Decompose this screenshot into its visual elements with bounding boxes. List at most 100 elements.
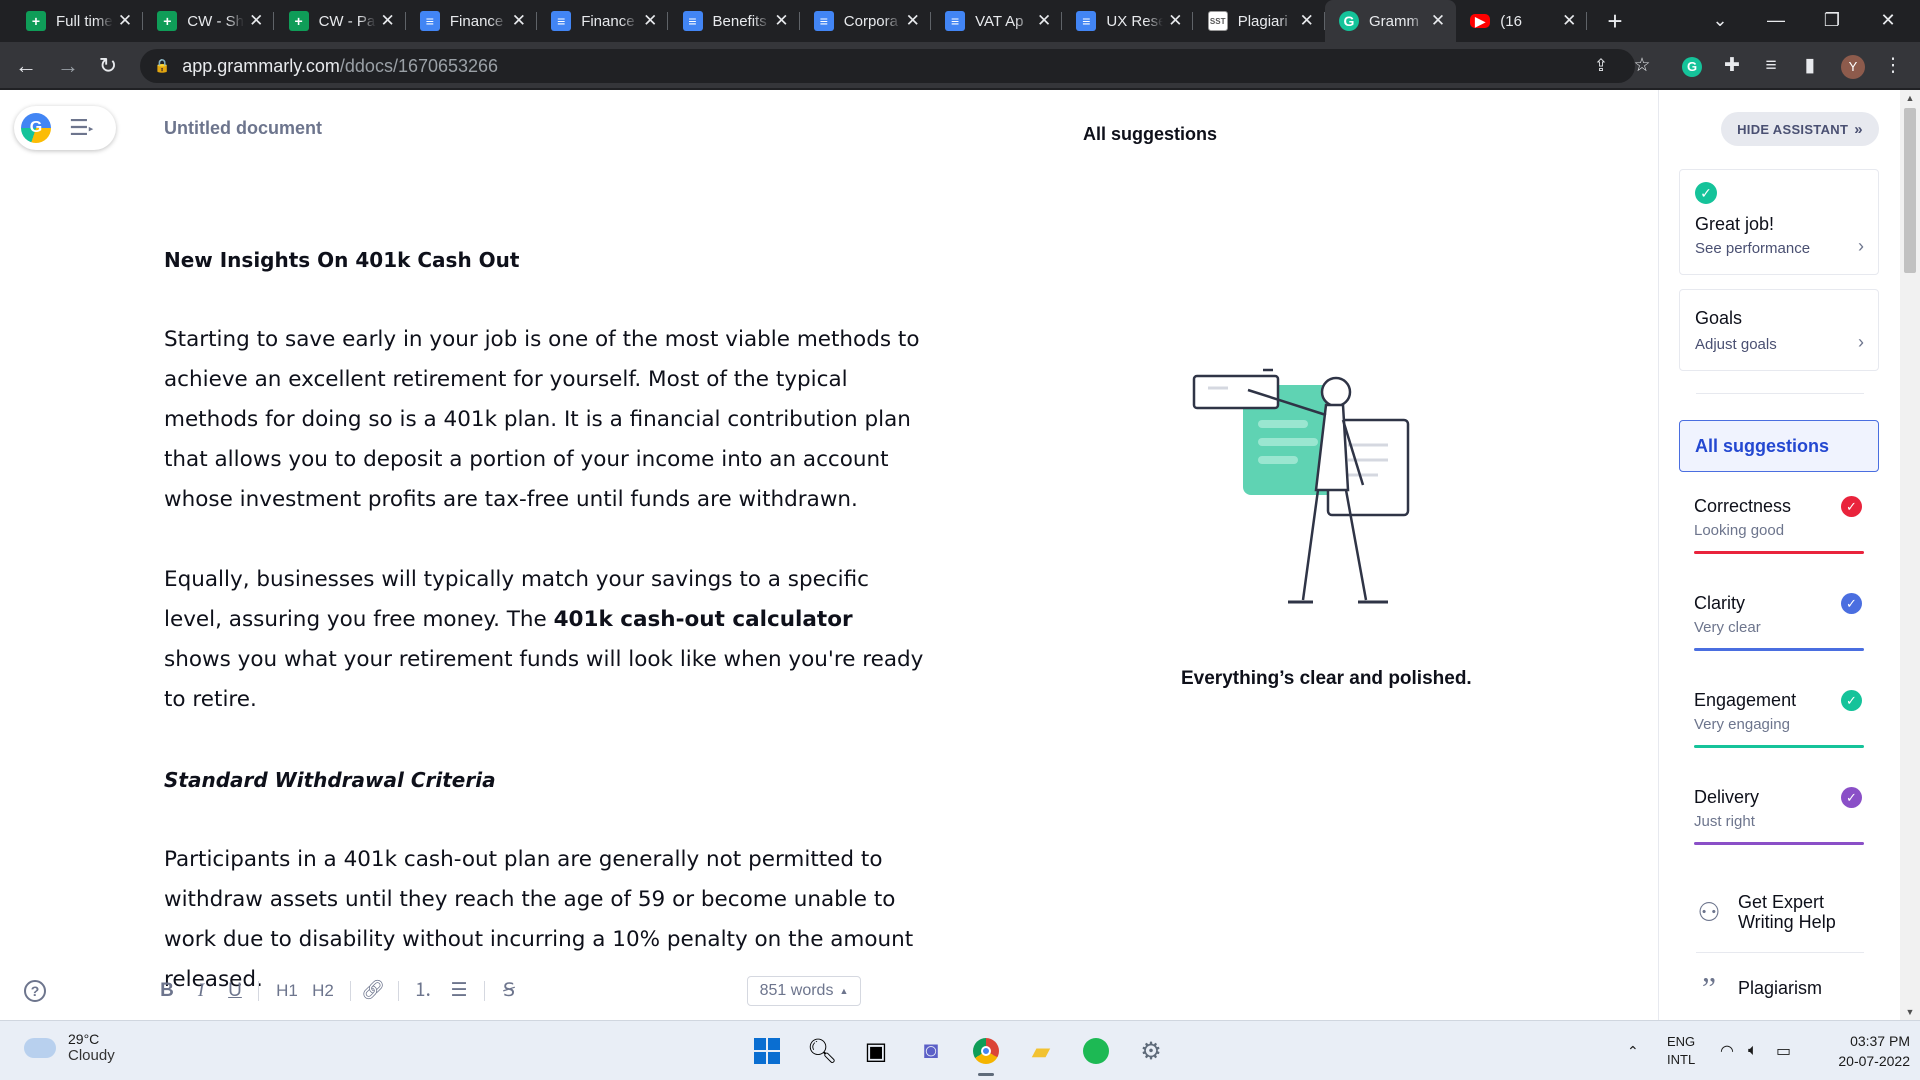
address-bar[interactable]: 🔒 app.grammarly.com/ddocs/1670653266 [140,49,1635,83]
grammarly-favicon-icon: G [1339,11,1359,31]
tab-title: Finance [449,12,504,30]
scroll-thumb[interactable] [1904,108,1916,273]
word-count-button[interactable]: 851 words ▲ [747,976,861,1006]
settings-gear-icon[interactable]: ⚙ [1133,1033,1169,1069]
battery-icon[interactable]: ▭ [1776,1021,1791,1080]
sheets-favicon-icon: + [288,11,309,31]
task-view-icon[interactable]: ▣ [858,1033,894,1069]
chat-icon[interactable]: ◙ [913,1033,949,1069]
system-clock[interactable]: 03:37 PM 20-07-2022 [1810,1031,1910,1071]
paragraph-2[interactable]: Equally, businesses will typically match… [164,560,924,720]
browser-tab[interactable]: ≡ Finance ✕ [406,0,537,42]
category-check-icon: ✓ [1841,593,1862,614]
media-control-icon[interactable]: ≡ [1756,51,1786,81]
file-explorer-icon[interactable]: ▰ [1023,1033,1059,1069]
show-hidden-icons[interactable]: ⌃ [1627,1021,1639,1080]
tab-close-icon[interactable]: ✕ [642,11,658,31]
tab-close-icon[interactable]: ✕ [905,11,921,31]
browser-tabstrip: + Full time ✕ + CW - Sh ✕ + CW - Pa ✕ ≡ Finance ✕ ≡ F… [0,0,1920,42]
tab-close-icon[interactable]: ✕ [117,11,133,31]
category-status: Looking good [1694,522,1785,539]
forward-icon[interactable]: → [52,50,84,82]
browser-tab[interactable]: ≡ UX Rese ✕ [1062,0,1194,42]
category-engagement[interactable]: Engagement Very engaging ✓ [1694,690,1864,760]
close-window-icon[interactable]: ✕ [1860,0,1916,42]
browser-tab[interactable]: + CW - Sh ✕ [143,0,275,42]
tab-search-icon[interactable]: ⌄ [1692,0,1748,42]
browser-tab[interactable]: G Gramm ✕ [1325,0,1456,42]
tab-close-icon[interactable]: ✕ [511,11,527,31]
extensions-puzzle-icon[interactable]: ✚ [1717,51,1747,81]
expert-person-icon: ⚇ [1697,896,1721,927]
heading2-button[interactable]: H2 [308,979,338,1003]
category-correctness[interactable]: Correctness Looking good ✓ [1694,496,1864,566]
browser-tab[interactable]: ≡ Benefits ✕ [669,0,800,42]
new-tab-button[interactable]: + [1598,4,1632,38]
browser-tab[interactable]: ≡ Corpora ✕ [800,0,931,42]
document-heading[interactable]: New Insights On 401k Cash Out [164,240,924,280]
back-icon[interactable]: ← [10,50,42,82]
goals-card[interactable]: Goals Adjust goals › [1679,289,1879,371]
tab-close-icon[interactable]: ✕ [1167,11,1183,31]
link-icon[interactable]: 🔗︎ [360,979,386,1003]
language-indicator[interactable]: ENG INTL [1667,1021,1695,1080]
restore-icon[interactable]: ❐ [1804,0,1860,42]
expert-writing-help-button[interactable]: ⚇ Get Expert Writing Help [1694,892,1864,932]
scroll-down-icon[interactable]: ▼ [1900,1004,1920,1020]
spotify-icon[interactable] [1078,1033,1114,1069]
side-panel-icon[interactable]: ▮ [1795,51,1825,81]
category-clarity[interactable]: Clarity Very clear ✓ [1694,593,1864,663]
all-suggestions-tab[interactable]: All suggestions [1679,420,1879,472]
tab-close-icon[interactable]: ✕ [1430,11,1446,31]
document-subheading[interactable]: Standard Withdrawal Criteria [164,760,924,800]
start-button-icon[interactable] [749,1033,785,1069]
search-icon[interactable]: 🔍︎ [804,1033,840,1069]
browser-tab[interactable]: ≡ VAT Ap ✕ [931,0,1063,42]
paragraph-2-bold: 401k cash-out calculator [553,607,853,632]
tab-title: VAT Ap [975,12,1024,30]
tab-close-icon[interactable]: ✕ [380,11,396,31]
italic-button[interactable]: I [190,979,212,1003]
toolbar-divider [258,981,259,1001]
share-icon[interactable]: ⇪ [1586,51,1616,81]
tab-close-icon[interactable]: ✕ [248,11,264,31]
tab-close-icon[interactable]: ✕ [774,11,790,31]
hamburger-menu-icon[interactable]: ☰▸ [69,115,93,141]
volume-icon[interactable]: 🔈︎ [1748,1021,1758,1080]
tab-close-icon[interactable]: ✕ [1561,11,1577,31]
tab-close-icon[interactable]: ✕ [1036,11,1052,31]
browser-tab[interactable]: + CW - Pa ✕ [275,0,406,42]
paragraph-1[interactable]: Starting to save early in your job is on… [164,320,924,520]
weather-widget[interactable]: 29°C Cloudy [24,1031,115,1064]
minimize-icon[interactable]: — [1748,0,1804,42]
document-body[interactable]: New Insights On 401k Cash Out Starting t… [164,240,924,1040]
bold-button[interactable]: B [156,979,178,1003]
underline-button[interactable]: U [224,979,246,1003]
document-title[interactable]: Untitled document [164,118,322,139]
scroll-up-icon[interactable]: ▲ [1900,90,1920,106]
tab-title: UX Rese [1106,12,1164,30]
wifi-icon[interactable]: ◠ [1720,1021,1734,1080]
chrome-menu-icon[interactable]: ⋮ [1878,51,1908,81]
browser-tab[interactable]: ≡ Finance ✕ [537,0,669,42]
grammarly-extension-icon[interactable]: G [1677,51,1707,81]
clear-formatting-icon[interactable]: Ꞩ [496,979,522,1003]
profile-avatar[interactable]: Y [1838,51,1868,81]
heading1-button[interactable]: H1 [272,979,302,1003]
category-delivery[interactable]: Delivery Just right ✓ [1694,787,1864,857]
numbered-list-icon[interactable]: ⒈ [410,979,436,1003]
bulleted-list-icon[interactable]: ☰ [446,979,472,1003]
reload-icon[interactable]: ↻ [92,50,124,82]
bookmark-star-icon[interactable]: ☆ [1627,51,1657,81]
hide-assistant-button[interactable]: HIDE ASSISTANT » [1721,112,1879,146]
grammarly-menu-button[interactable]: G ☰▸ [14,106,116,150]
page-scrollbar[interactable]: ▲ ▼ [1900,90,1920,1020]
browser-tab[interactable]: ▶ (16 ✕ [1456,0,1588,42]
browser-tab[interactable]: SST Plagiari ✕ [1194,0,1325,42]
category-check-icon: ✓ [1841,787,1862,808]
plagiarism-button[interactable]: ” Plagiarism [1694,970,1864,1007]
browser-tab[interactable]: + Full time ✕ [12,0,143,42]
tab-close-icon[interactable]: ✕ [1299,11,1315,31]
performance-card[interactable]: ✓ Great job! See performance › [1679,169,1879,275]
chrome-icon[interactable] [968,1033,1004,1076]
